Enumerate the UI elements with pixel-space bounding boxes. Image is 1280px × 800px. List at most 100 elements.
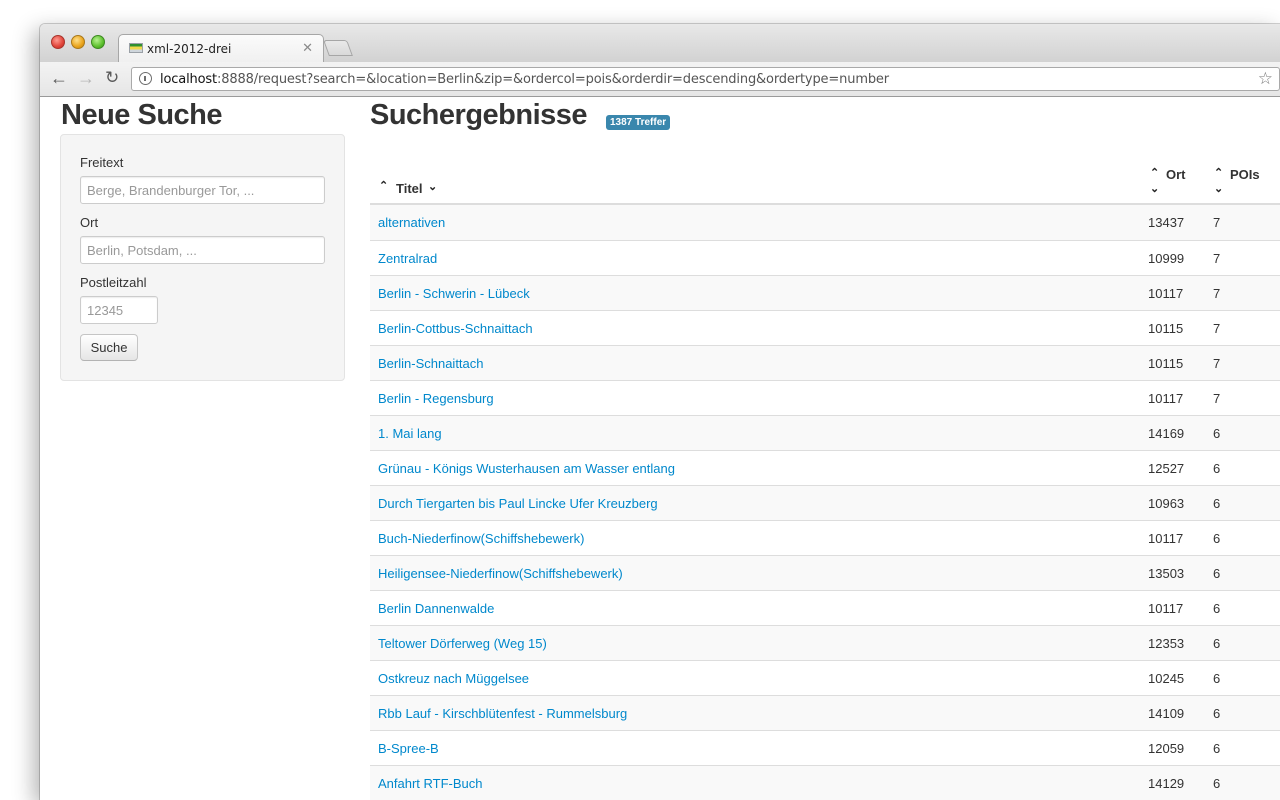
result-pois-cell: 6 bbox=[1213, 706, 1221, 721]
table-row: alternativen 13437 7 bbox=[370, 205, 1280, 240]
sort-desc-ort-icon[interactable]: ⌄ bbox=[1150, 184, 1159, 195]
table-row: Berlin-Cottbus-Schnaittach 10115 7 bbox=[370, 310, 1280, 345]
table-row: Buch-Niederfinow(Schiffshebewerk) 10117 6 bbox=[370, 520, 1280, 555]
hits-count-badge: 1387 Treffer bbox=[606, 115, 671, 130]
result-title-link[interactable]: Berlin Dannenwalde bbox=[378, 601, 494, 616]
result-pois-cell: 6 bbox=[1213, 671, 1221, 686]
result-title-link[interactable]: 1. Mai lang bbox=[378, 426, 442, 441]
tab-close-icon[interactable]: ✕ bbox=[302, 40, 313, 56]
result-title-link[interactable]: alternativen bbox=[378, 215, 445, 230]
page-info-icon[interactable] bbox=[139, 72, 152, 85]
result-title-link[interactable]: Heiligensee-Niederfinow(Schiffshebewerk) bbox=[378, 566, 623, 581]
url-path: :8888/request?search=&location=Berlin&zi… bbox=[217, 72, 889, 87]
table-row: Berlin Dannenwalde 10117 6 bbox=[370, 590, 1280, 625]
column-header-pois: POIs bbox=[1230, 167, 1260, 182]
back-arrow-icon[interactable]: ← bbox=[50, 68, 68, 88]
result-pois-cell: 6 bbox=[1213, 461, 1221, 476]
window-close-button[interactable] bbox=[51, 35, 65, 49]
result-title-link[interactable]: Anfahrt RTF-Buch bbox=[378, 776, 483, 791]
ort-input[interactable] bbox=[80, 236, 325, 264]
reload-icon[interactable]: ↻ bbox=[105, 68, 119, 88]
table-row: Berlin-Schnaittach 10115 7 bbox=[370, 345, 1280, 380]
freitext-label: Freitext bbox=[80, 155, 124, 170]
sort-asc-pois-icon[interactable]: ⌃ bbox=[1214, 168, 1223, 179]
result-pois-cell: 6 bbox=[1213, 496, 1221, 511]
result-title-link[interactable]: Buch-Niederfinow(Schiffshebewerk) bbox=[378, 531, 584, 546]
window-minimize-button[interactable] bbox=[71, 35, 85, 49]
result-pois-cell: 6 bbox=[1213, 426, 1221, 441]
result-ort-cell: 12527 bbox=[1148, 461, 1185, 476]
result-title-link[interactable]: Berlin - Schwerin - Lübeck bbox=[378, 286, 530, 301]
result-title-link[interactable]: Rbb Lauf - Kirschblütenfest - Rummelsbur… bbox=[378, 706, 627, 721]
table-row: Anfahrt RTF-Buch 14129 6 bbox=[370, 765, 1280, 800]
table-row: Berlin - Schwerin - Lübeck 10117 7 bbox=[370, 275, 1280, 310]
favicon-icon bbox=[129, 43, 143, 53]
result-pois-cell: 7 bbox=[1213, 251, 1221, 266]
search-button[interactable]: Suche bbox=[80, 334, 138, 361]
window-zoom-button[interactable] bbox=[91, 35, 105, 49]
result-pois-cell: 6 bbox=[1213, 636, 1221, 651]
url-text[interactable]: localhost:8888/request?search=&location=… bbox=[160, 72, 889, 87]
browser-toolbar: ← → ↻ localhost:8888/request?search=&loc… bbox=[40, 62, 1280, 97]
result-pois-cell: 7 bbox=[1213, 391, 1221, 406]
table-row: Teltower Dörferweg (Weg 15) 12353 6 bbox=[370, 625, 1280, 660]
table-body: alternativen 13437 7 Zentralrad 10999 7 Berlin… bbox=[370, 205, 1280, 800]
result-ort-cell: 10117 bbox=[1148, 286, 1184, 301]
sort-desc-pois-icon[interactable]: ⌄ bbox=[1214, 184, 1223, 195]
result-title-link[interactable]: Teltower Dörferweg (Weg 15) bbox=[378, 636, 547, 651]
result-title-link[interactable]: Berlin - Regensburg bbox=[378, 391, 494, 406]
postleitzahl-input[interactable] bbox=[80, 296, 158, 324]
address-bar[interactable]: localhost:8888/request?search=&location=… bbox=[131, 67, 1280, 91]
result-pois-cell: 6 bbox=[1213, 741, 1221, 756]
result-title-link[interactable]: Durch Tiergarten bis Paul Lincke Ufer Kr… bbox=[378, 496, 658, 511]
results-heading: Suchergebnisse bbox=[370, 99, 588, 131]
table-header: ⌃ Titel ⌄ ⌃ Ort ⌄ ⌃ POIs ⌄ bbox=[370, 149, 1280, 205]
result-title-link[interactable]: Grünau - Königs Wusterhausen am Wasser e… bbox=[378, 461, 675, 476]
table-row: Durch Tiergarten bis Paul Lincke Ufer Kr… bbox=[370, 485, 1280, 520]
search-form: Freitext Ort Postleitzahl Suche bbox=[60, 134, 345, 381]
tab-strip: xml-2012-drei ✕ bbox=[40, 24, 1280, 62]
result-title-link[interactable]: Berlin-Cottbus-Schnaittach bbox=[378, 321, 533, 336]
table-row: 1. Mai lang 14169 6 bbox=[370, 415, 1280, 450]
new-tab-button[interactable] bbox=[323, 40, 353, 56]
tab-active[interactable]: xml-2012-drei ✕ bbox=[118, 34, 324, 62]
result-ort-cell: 10117 bbox=[1148, 531, 1184, 546]
result-pois-cell: 7 bbox=[1213, 215, 1221, 230]
result-pois-cell: 6 bbox=[1213, 566, 1221, 581]
result-ort-cell: 10245 bbox=[1148, 671, 1185, 686]
sort-asc-title-icon[interactable]: ⌃ bbox=[379, 181, 388, 192]
tab-title: xml-2012-drei bbox=[147, 42, 232, 56]
result-ort-cell: 13437 bbox=[1148, 215, 1185, 230]
result-ort-cell: 12353 bbox=[1148, 636, 1185, 651]
page-content: Neue Suche Freitext Ort Postleitzahl Suc… bbox=[40, 97, 1280, 800]
result-pois-cell: 6 bbox=[1213, 776, 1221, 791]
desktop: xml-2012-drei ✕ ← → ↻ localhost:8888/req… bbox=[0, 0, 1280, 800]
result-ort-cell: 10963 bbox=[1148, 496, 1185, 511]
result-ort-cell: 10115 bbox=[1148, 356, 1184, 371]
column-header-title: Titel bbox=[396, 181, 423, 196]
ort-label: Ort bbox=[80, 215, 99, 230]
result-ort-cell: 12059 bbox=[1148, 741, 1185, 756]
result-pois-cell: 7 bbox=[1213, 321, 1221, 336]
browser-window: xml-2012-drei ✕ ← → ↻ localhost:8888/req… bbox=[40, 24, 1280, 800]
table-row: Grünau - Königs Wusterhausen am Wasser e… bbox=[370, 450, 1280, 485]
sort-desc-title-icon[interactable]: ⌄ bbox=[428, 182, 437, 193]
column-header-ort: Ort bbox=[1166, 167, 1186, 182]
table-row: Berlin - Regensburg 10117 7 bbox=[370, 380, 1280, 415]
sort-asc-ort-icon[interactable]: ⌃ bbox=[1150, 168, 1159, 179]
result-pois-cell: 7 bbox=[1213, 356, 1221, 371]
result-ort-cell: 13503 bbox=[1148, 566, 1185, 581]
table-row: Rbb Lauf - Kirschblütenfest - Rummelsbur… bbox=[370, 695, 1280, 730]
postleitzahl-label: Postleitzahl bbox=[80, 275, 147, 290]
result-title-link[interactable]: Ostkreuz nach Müggelsee bbox=[378, 671, 529, 686]
forward-arrow-icon[interactable]: → bbox=[77, 68, 95, 88]
result-ort-cell: 10117 bbox=[1148, 391, 1184, 406]
freitext-input[interactable] bbox=[80, 176, 325, 204]
result-title-link[interactable]: Berlin-Schnaittach bbox=[378, 356, 484, 371]
bookmark-star-icon[interactable]: ☆ bbox=[1258, 69, 1273, 89]
result-title-link[interactable]: B-Spree-B bbox=[378, 741, 439, 756]
result-ort-cell: 14109 bbox=[1148, 706, 1185, 721]
results-table: ⌃ Titel ⌄ ⌃ Ort ⌄ ⌃ POIs ⌄ alternativen 1… bbox=[370, 149, 1280, 800]
result-title-link[interactable]: Zentralrad bbox=[378, 251, 437, 266]
result-ort-cell: 14129 bbox=[1148, 776, 1185, 791]
